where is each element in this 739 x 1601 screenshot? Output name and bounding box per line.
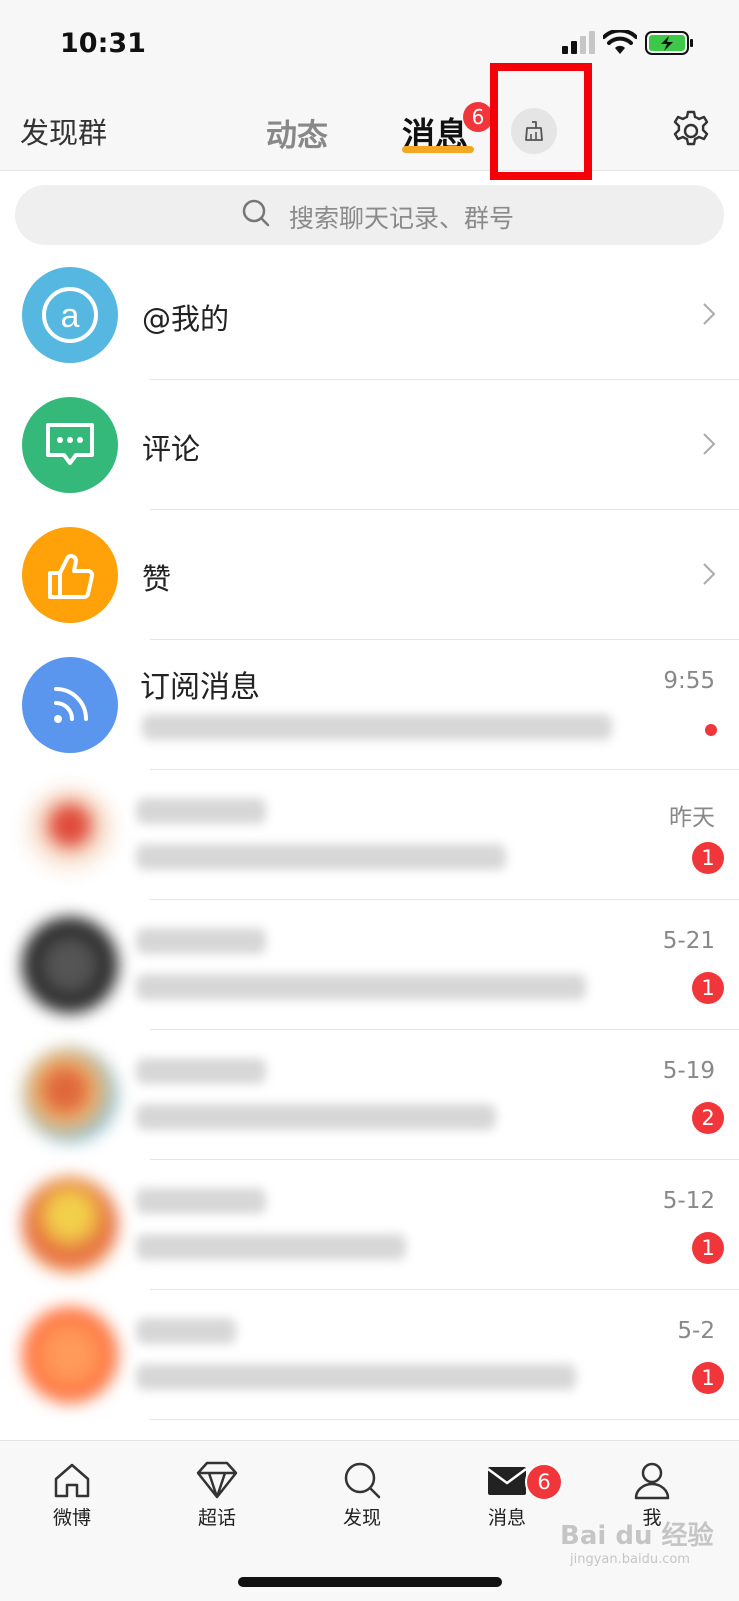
home-indicator[interactable]: [238, 1577, 502, 1587]
message-preview-blurred: [136, 1104, 496, 1130]
search-icon: [242, 199, 270, 227]
conversation-name-blurred: [136, 928, 266, 954]
list-item-mentions[interactable]: a @我的: [0, 250, 739, 380]
conversation-name-blurred: [136, 1318, 236, 1344]
unread-dot: [705, 724, 717, 736]
at-icon: a: [22, 267, 118, 363]
thumbs-up-icon: [22, 527, 118, 623]
bottom-tab-label: 发现: [342, 1507, 381, 1529]
bottom-tab-supertopic[interactable]: 超话: [172, 1451, 262, 1541]
conversation-name-blurred: [136, 1188, 266, 1214]
bottom-tab-discover[interactable]: 发现: [317, 1451, 407, 1541]
wifi-icon: [603, 30, 637, 54]
unread-badge: 1: [692, 842, 724, 874]
unread-badge: 1: [692, 1362, 724, 1394]
avatar: [22, 787, 118, 883]
baidu-watermark-url: jingyan.baidu.com: [570, 1552, 690, 1567]
rss-icon: [22, 657, 118, 753]
conversation-name-blurred: [136, 1058, 266, 1084]
signal-icon: [562, 31, 595, 54]
divider: [150, 1419, 739, 1420]
list-item-conversation[interactable]: 5-19 2: [0, 1030, 739, 1160]
unread-badge: 1: [692, 1232, 724, 1264]
chevron-right-icon: [703, 433, 716, 455]
subscription-title: 订阅消息: [140, 670, 260, 705]
message-preview-blurred: [142, 714, 612, 740]
conversation-time: 5-21: [662, 928, 715, 954]
highlight-box: [490, 63, 592, 180]
list-item-conversation[interactable]: 昨天 1: [0, 770, 739, 900]
unread-badge: 2: [692, 1102, 724, 1134]
avatar: [22, 1177, 118, 1273]
conversation-name-blurred: [136, 798, 266, 824]
bottom-tab-label: 超话: [197, 1507, 236, 1529]
status-time: 10:31: [60, 28, 146, 59]
list-item-comments[interactable]: 评论: [0, 380, 739, 510]
bottom-tab-home[interactable]: 微博: [27, 1451, 117, 1541]
avatar: [22, 1047, 118, 1143]
list-item-likes[interactable]: 赞: [0, 510, 739, 640]
list-item-conversation[interactable]: 5-2 1: [0, 1290, 739, 1420]
likes-label: 赞: [142, 562, 172, 596]
messages-badge: 6: [525, 1463, 563, 1501]
chevron-right-icon: [703, 563, 716, 585]
list-item-subscriptions[interactable]: 订阅消息 9:55: [0, 640, 739, 770]
list-item-conversation[interactable]: 5-12 1: [0, 1160, 739, 1290]
tab-feed[interactable]: 动态: [266, 110, 328, 155]
list-item-conversation[interactable]: 5-21 1: [0, 900, 739, 1030]
diamond-icon: [196, 1461, 238, 1499]
mentions-label: @我的: [142, 302, 230, 336]
message-preview-blurred: [136, 844, 506, 870]
message-preview-blurred: [136, 1234, 406, 1260]
discover-groups-link[interactable]: 发现群: [20, 110, 107, 152]
search-icon: [344, 1462, 381, 1499]
search-placeholder: 搜索聊天记录、群号: [289, 204, 515, 233]
battery-icon: [645, 31, 693, 55]
person-icon: [634, 1462, 670, 1500]
subscription-time: 9:55: [663, 668, 715, 694]
comment-icon: [22, 397, 118, 493]
conversation-time: 昨天: [669, 805, 715, 831]
message-preview-blurred: [136, 1364, 576, 1390]
conversation-time: 5-12: [662, 1188, 715, 1214]
conversation-time: 5-19: [662, 1058, 715, 1084]
message-preview-blurred: [136, 974, 586, 1000]
avatar: [22, 1307, 118, 1403]
comments-label: 评论: [142, 432, 201, 466]
home-icon: [54, 1463, 90, 1498]
status-bar: 10:31: [0, 0, 739, 90]
chevron-right-icon: [703, 303, 716, 325]
baidu-watermark: Bai du 经验: [560, 1521, 714, 1551]
top-nav: 发现群 动态 消息 6: [0, 90, 739, 171]
unread-badge: 1: [692, 972, 724, 1004]
search-bar[interactable]: 搜索聊天记录、群号: [15, 185, 724, 245]
bottom-tab-label: 微博: [52, 1507, 91, 1529]
mail-icon: [487, 1467, 527, 1495]
avatar: [22, 917, 118, 1013]
svg-text:a: a: [61, 297, 80, 335]
conversation-time: 5-2: [677, 1318, 715, 1344]
active-tab-indicator: [402, 146, 474, 153]
messages-tab-badge: 6: [463, 102, 493, 132]
gear-icon[interactable]: [669, 109, 713, 153]
bottom-tab-label: 消息: [487, 1507, 526, 1529]
